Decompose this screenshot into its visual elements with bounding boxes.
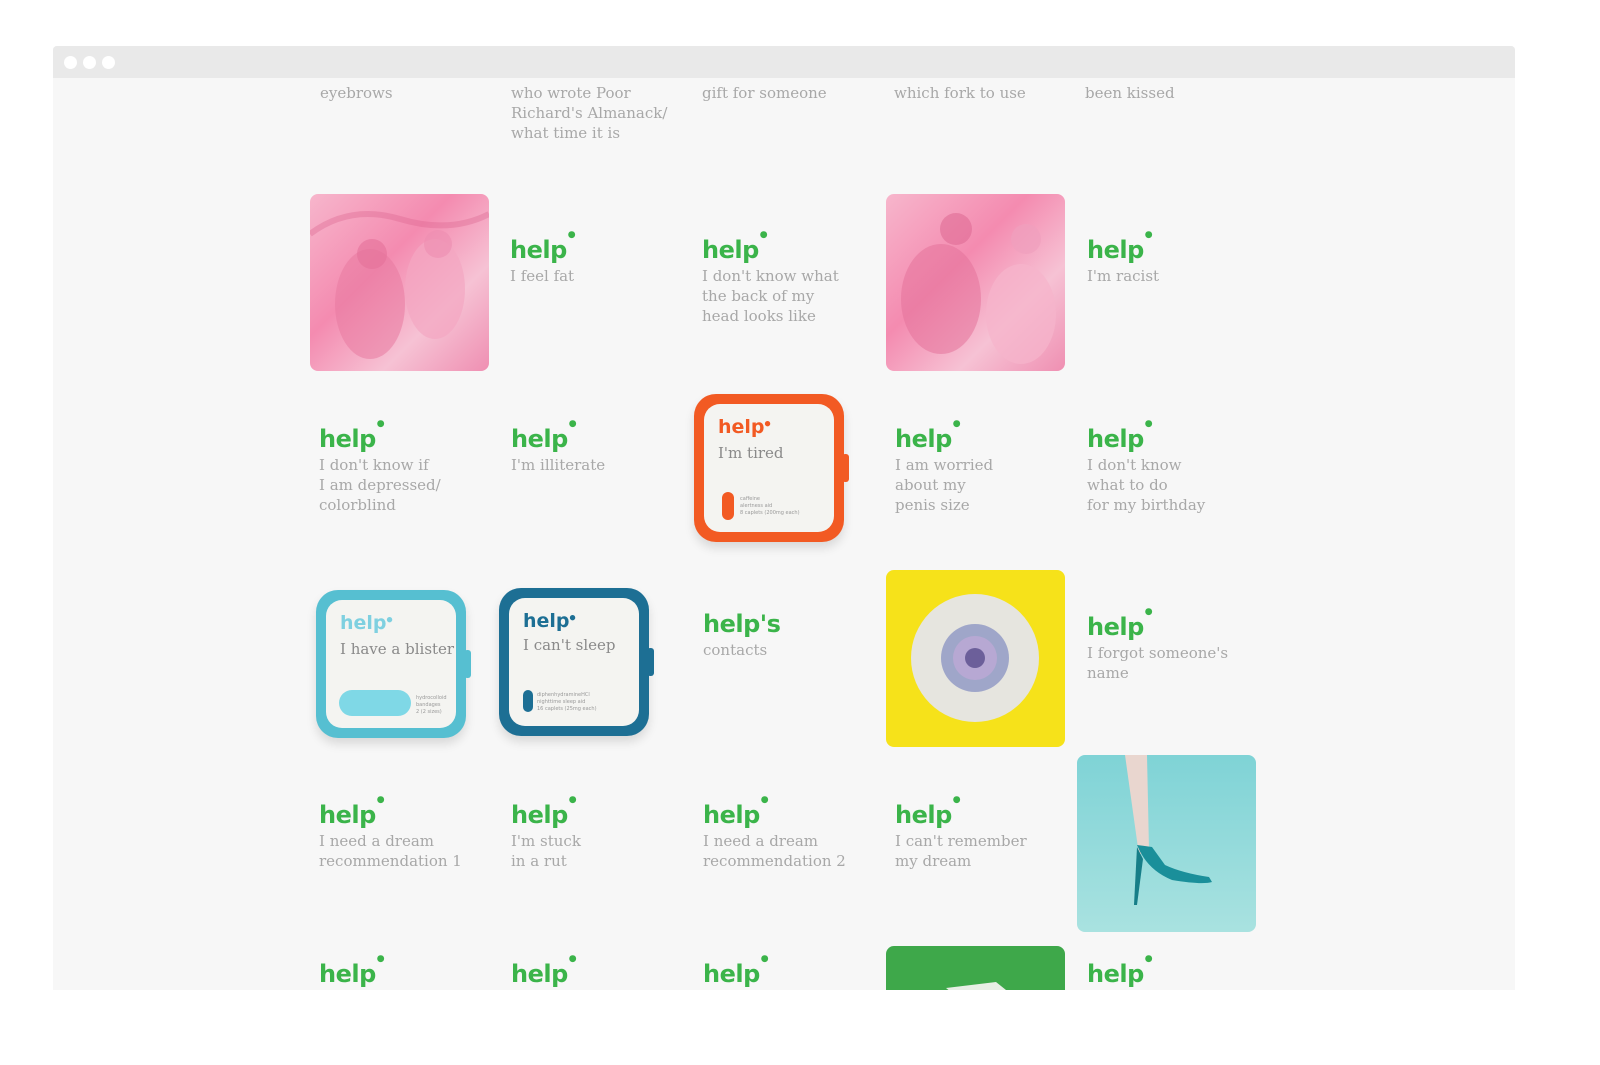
grid-item-birthday[interactable]: help● I don't know what to do for my bir… [1087,419,1206,515]
window-maximize-dot[interactable] [102,56,115,69]
grid-item-forgot-name[interactable]: help● I forgot someone's name [1087,607,1229,683]
help-logo: help● [319,954,385,988]
help-logo: help● [895,795,961,829]
browser-window: eyebrows who wrote Poor Richard's Almana… [53,46,1515,990]
item-description: I forgot someone's name [1087,644,1229,682]
help-logo: help● [1087,419,1153,453]
help-logo: help● [1087,230,1153,264]
item-description: I'm stuck in a rut [511,832,581,870]
help-logo: help● [510,230,576,264]
package-blister[interactable]: help● I have a blister hydrocolloid band… [316,590,471,738]
help-logo: help● [895,419,961,453]
grid-item-illiterate[interactable]: help● I'm illiterate [511,419,606,475]
grid-item-kissed[interactable]: been kissed [1085,83,1175,103]
item-description: I feel fat [510,267,575,285]
item-description: I need a dream recommendation 2 [703,832,846,870]
item-description: I don't know what the back of my head lo… [702,267,839,325]
grid-item-almanack[interactable]: who wrote Poor Richard's Almanack/ what … [511,83,667,143]
help-logo: help● [1087,954,1153,988]
package-title: I have a blister [340,640,455,658]
grid-item-back-of-head[interactable]: help● I don't know what the back of my h… [702,230,839,326]
package-fine-print: hydrocolloid bandages 2 (2 sizes) [416,695,447,715]
grid-item-racist[interactable]: help● I'm racist [1087,230,1160,286]
grid-item-partial-3[interactable]: help● [703,954,769,988]
package-brand: help● [340,612,393,634]
package-sleep[interactable]: help● I can't sleep diphenhydramineHCl n… [499,588,654,736]
package-fine-print: diphenhydramineHCl nighttime sleep aid 1… [537,692,597,712]
grid-item-dream-2[interactable]: help● I need a dream recommendation 2 [703,795,846,871]
item-description: I don't know if I am depressed/ colorbli… [319,456,441,514]
pill-icon [523,690,533,712]
grid-item-partial-4[interactable]: help● [1087,954,1153,988]
engraving-image-2[interactable] [886,194,1065,371]
help-logo: help● [511,954,577,988]
package-tab [842,454,849,482]
grid-item-partial-2[interactable]: help● [511,954,577,988]
eye-image[interactable] [886,570,1065,747]
help-logo: help's [703,610,781,638]
item-description: been kissed [1085,84,1175,102]
package-brand: help● [718,416,771,438]
package-fine-print: caffeine alertness aid 8 caplets (200mg … [740,496,800,516]
window-minimize-dot[interactable] [83,56,96,69]
package-title: I'm tired [718,444,784,462]
grid-item-remember-dream[interactable]: help● I can't remember my dream [895,795,1027,871]
item-description: I need a dream recommendation 1 [319,832,462,870]
bandage-icon [339,690,411,716]
item-description: eyebrows [320,84,393,102]
engraving-image-1[interactable] [310,194,489,371]
grid-item-dream-1[interactable]: help● I need a dream recommendation 1 [319,795,462,871]
package-tired[interactable]: help● I'm tired caffeine alertness aid 8… [694,394,849,542]
green-image[interactable] [886,946,1065,990]
grid-item-fat[interactable]: help● I feel fat [510,230,576,286]
item-description: I'm illiterate [511,456,606,474]
window-titlebar [53,46,1515,78]
item-description: which fork to use [894,84,1026,102]
pill-icon [722,492,734,520]
help-logo: help● [319,795,385,829]
grid-item-partial-1[interactable]: help● [319,954,385,988]
package-title: I can't sleep [523,636,616,654]
package-face: help● I can't sleep diphenhydramineHCl n… [509,598,639,726]
item-description: gift for someone [702,84,827,102]
item-description: contacts [703,641,768,659]
grid-item-fork[interactable]: which fork to use [894,83,1026,103]
help-logo: help● [511,795,577,829]
window-close-dot[interactable] [64,56,77,69]
item-description: I am worried about my penis size [895,456,994,514]
item-description: I don't know what to do for my birthday [1087,456,1206,514]
help-logo: help● [319,419,385,453]
help-logo: help● [703,954,769,988]
help-logo: help● [1087,607,1153,641]
grid-item-worried[interactable]: help● I am worried about my penis size [895,419,994,515]
product-grid: eyebrows who wrote Poor Richard's Almana… [53,46,1515,990]
grid-item-eyebrows[interactable]: eyebrows [320,83,393,103]
grid-item-gift[interactable]: gift for someone [702,83,827,103]
item-description: I'm racist [1087,267,1160,285]
package-tab [647,648,654,676]
package-tab [464,650,471,678]
grid-item-depressed[interactable]: help● I don't know if I am depressed/ co… [319,419,441,515]
grid-item-stuck[interactable]: help● I'm stuck in a rut [511,795,581,871]
package-brand: help● [523,610,576,632]
help-logo: help● [702,230,768,264]
help-logo: help● [703,795,769,829]
high-heel-image[interactable] [1077,755,1256,932]
item-description: I can't remember my dream [895,832,1027,870]
package-face: help● I have a blister hydrocolloid band… [326,600,456,728]
grid-item-contacts[interactable]: help's contacts [703,610,781,660]
package-face: help● I'm tired caffeine alertness aid 8… [704,404,834,532]
help-logo: help● [511,419,577,453]
item-description: who wrote Poor Richard's Almanack/ what … [511,84,668,142]
